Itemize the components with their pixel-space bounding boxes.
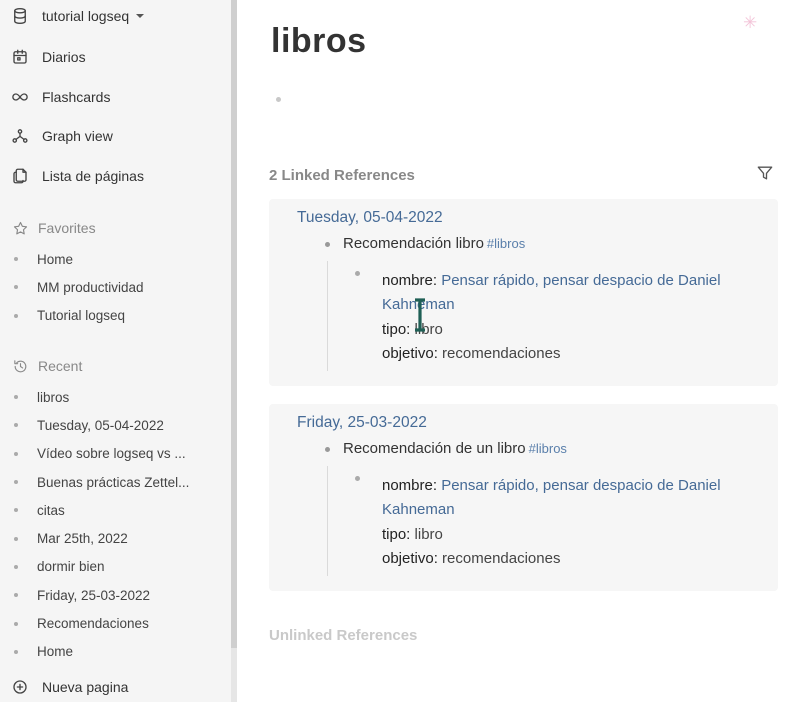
- nav-all-pages[interactable]: Lista de páginas: [10, 164, 144, 188]
- recent-item[interactable]: Tuesday, 05-04-2022: [14, 411, 226, 439]
- recent-item[interactable]: Recomendaciones: [14, 609, 226, 637]
- block-content[interactable]: Recomendación libro #libros: [343, 235, 525, 252]
- linked-references-title[interactable]: 2 Linked References: [269, 167, 415, 184]
- property-value[interactable]: recomendaciones: [442, 345, 560, 362]
- property-key: tipo:: [382, 320, 411, 338]
- favorite-item[interactable]: Tutorial logseq: [14, 302, 226, 330]
- property-key: objetivo:: [382, 549, 438, 567]
- bullet-icon: [14, 285, 18, 290]
- graph-selector[interactable]: tutorial logseq: [10, 4, 145, 28]
- page-title[interactable]: libros: [271, 22, 367, 61]
- database-icon: [10, 6, 30, 26]
- block-bullet[interactable]: [325, 242, 330, 247]
- child-block-bullet[interactable]: [355, 476, 360, 481]
- new-page-label: Nueva pagina: [42, 679, 129, 695]
- bullet-icon: [14, 508, 18, 513]
- pages-icon: [10, 166, 30, 186]
- child-block-bullet[interactable]: [355, 271, 360, 276]
- bullet-icon: [14, 593, 18, 598]
- text-cursor-icon: [413, 298, 427, 332]
- recent-item[interactable]: citas: [14, 496, 226, 524]
- block-content[interactable]: Recomendación de un libro #libros: [343, 440, 567, 457]
- filter-icon[interactable]: [755, 163, 775, 183]
- star-icon: [10, 218, 30, 238]
- infinity-icon: [10, 87, 30, 107]
- bullet-icon: [14, 451, 18, 456]
- reference-card: Friday, 25-03-2022 Recomendación de un l…: [269, 404, 778, 591]
- tag-link[interactable]: #libros: [529, 441, 567, 456]
- graph-icon: [10, 126, 30, 146]
- bullet-icon: [14, 257, 18, 262]
- plus-circle-icon: [10, 677, 30, 697]
- main-content: ✳ libros 2 Linked References Tuesday, 05…: [237, 0, 812, 702]
- bullet-icon: [14, 313, 18, 318]
- history-icon: [10, 356, 30, 376]
- favorite-item[interactable]: Home: [14, 245, 226, 273]
- property-key: objetivo:: [382, 344, 438, 362]
- bullet-icon: [14, 480, 18, 485]
- nav-label: Lista de páginas: [42, 168, 144, 184]
- bullet-icon: [14, 564, 18, 569]
- favorites-header[interactable]: Favorites: [10, 217, 96, 239]
- reference-date-link[interactable]: Friday, 25-03-2022: [297, 414, 427, 432]
- property-value[interactable]: recomendaciones: [442, 550, 560, 567]
- unlinked-references-title[interactable]: Unlinked References: [269, 627, 417, 644]
- reference-date-link[interactable]: Tuesday, 05-04-2022: [297, 209, 443, 227]
- bullet-icon: [14, 423, 18, 428]
- nav-flashcards[interactable]: Flashcards: [10, 85, 110, 109]
- graph-name: tutorial logseq: [42, 8, 130, 24]
- recent-title: Recent: [38, 358, 83, 374]
- nav-journals[interactable]: Diarios: [10, 45, 86, 69]
- recent-header[interactable]: Recent: [10, 355, 82, 377]
- bullet-icon: [14, 536, 18, 541]
- recent-item[interactable]: Home: [14, 638, 226, 666]
- recent-item[interactable]: libros: [14, 383, 226, 411]
- recent-item[interactable]: Mar 25th, 2022: [14, 524, 226, 552]
- nav-graph-view[interactable]: Graph view: [10, 124, 113, 148]
- recent-item[interactable]: Vídeo sobre logseq vs ...: [14, 440, 226, 468]
- nav-label: Flashcards: [42, 89, 111, 105]
- favorites-title: Favorites: [38, 220, 96, 236]
- property-value[interactable]: libro: [415, 526, 443, 543]
- reference-card: Tuesday, 05-04-2022 Recomendación libro #…: [269, 199, 778, 386]
- left-sidebar: tutorial logseq Diarios Flashcards Graph…: [0, 0, 231, 702]
- calendar-icon: [10, 47, 30, 67]
- sparkle-icon: ✳: [743, 13, 758, 32]
- nav-label: Graph view: [42, 128, 113, 144]
- favorite-item[interactable]: MM productividad: [14, 273, 226, 301]
- block-properties[interactable]: nombre: Pensar rápido, pensar despacio d…: [382, 474, 732, 571]
- property-key: nombre:: [382, 477, 438, 494]
- bullet-icon: [14, 621, 18, 626]
- block-bullet[interactable]: [325, 447, 330, 452]
- recent-item[interactable]: Friday, 25-03-2022: [14, 581, 226, 609]
- new-page-button[interactable]: Nueva pagina: [10, 675, 128, 699]
- property-key: nombre:: [382, 272, 438, 289]
- nav-label: Diarios: [42, 49, 86, 65]
- empty-block-bullet[interactable]: [276, 97, 281, 102]
- bullet-icon: [14, 649, 18, 654]
- tag-link[interactable]: #libros: [487, 236, 525, 251]
- chevron-down-icon: [136, 14, 145, 18]
- block-properties[interactable]: nombre: Pensar rápido, pensar despacio d…: [382, 269, 732, 366]
- recent-item[interactable]: dormir bien: [14, 553, 226, 581]
- recent-item[interactable]: Buenas prácticas Zettel...: [14, 468, 226, 496]
- bullet-icon: [14, 395, 18, 400]
- block-children-guide: [327, 261, 328, 371]
- property-key: tipo:: [382, 525, 411, 543]
- block-children-guide: [327, 466, 328, 576]
- favorites-list: Home MM productividad Tutorial logseq: [14, 245, 226, 330]
- recent-list: libros Tuesday, 05-04-2022 Vídeo sobre l…: [14, 383, 226, 666]
